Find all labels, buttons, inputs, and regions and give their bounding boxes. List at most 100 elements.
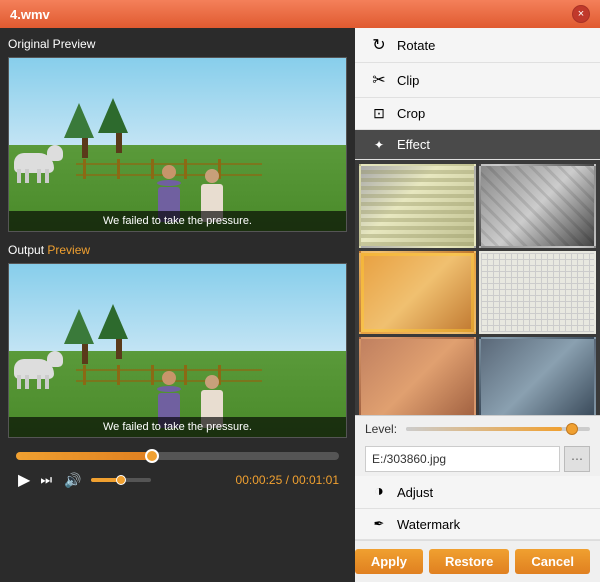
horse-leg7	[37, 375, 41, 389]
scrubber-thumb[interactable]	[145, 449, 159, 463]
original-preview-label: Original Preview	[8, 36, 347, 51]
level-row: Level:	[355, 415, 600, 442]
title-bar: 4.wmv ×	[0, 0, 600, 28]
window-title: 4.wmv	[10, 7, 50, 22]
tree3	[110, 304, 128, 359]
fence-post2	[117, 159, 120, 179]
crop-icon: ⊡	[369, 105, 389, 122]
watermark-icon: ✒	[369, 516, 389, 532]
output-preview-label: Output Preview	[8, 242, 347, 257]
person1-head	[162, 165, 176, 179]
clip-label: Clip	[397, 73, 419, 88]
effect-overlay1	[361, 166, 474, 246]
effect-overlay3	[361, 253, 474, 333]
scrubber-fill	[16, 452, 152, 460]
subtitle-bar: We failed to take the pressure.	[9, 211, 346, 231]
tool-crop[interactable]: ⊡ Crop	[355, 98, 600, 130]
tool-clip[interactable]: ✂ Clip	[355, 63, 600, 98]
level-track[interactable]	[406, 427, 590, 431]
person4-head	[205, 375, 219, 389]
play-button[interactable]: ▶	[16, 468, 32, 492]
effect-thumb-6[interactable]	[479, 337, 596, 415]
fence-post6	[83, 365, 86, 385]
filepath-input[interactable]	[365, 446, 560, 472]
horse-leg6	[25, 375, 29, 389]
effect-thumb-4[interactable]	[479, 251, 596, 335]
tool-watermark[interactable]: ✒ Watermark	[355, 509, 600, 540]
effect-icon: ✦	[369, 138, 389, 152]
restore-button[interactable]: Restore	[429, 549, 509, 574]
tree-top3	[98, 304, 128, 339]
browse-button[interactable]: ⋯	[564, 446, 590, 472]
horse-leg5	[17, 375, 21, 389]
horse-leg2	[25, 169, 29, 183]
person3-wrap	[157, 386, 181, 392]
horse-leg3	[37, 169, 41, 183]
close-button[interactable]: ×	[572, 5, 590, 23]
tree	[110, 98, 128, 153]
person3-head	[162, 371, 176, 385]
subtitle-text2: We failed to take the pressure.	[103, 421, 252, 433]
action-buttons: Apply Restore Cancel	[355, 540, 600, 582]
tree-trunk4	[82, 344, 88, 364]
volume-icon: 🔊	[64, 472, 81, 489]
tree-top	[98, 98, 128, 133]
crop-label: Crop	[397, 106, 425, 121]
tree-trunk3	[116, 339, 122, 359]
sky-bg	[9, 58, 346, 153]
tree-trunk2	[82, 138, 88, 158]
fence-post4	[184, 159, 187, 179]
fence-post8	[151, 365, 154, 385]
fence-post7	[117, 365, 120, 385]
fence-post1	[83, 159, 86, 179]
horse	[9, 143, 64, 183]
tool-effect[interactable]: ✦ Effect	[355, 130, 600, 160]
rotate-icon: ↻	[369, 35, 389, 55]
original-preview: We failed to take the pressure.	[8, 57, 347, 232]
adjust-icon: ◑	[369, 483, 389, 501]
tool-adjust[interactable]: ◑ Adjust	[355, 476, 600, 509]
time-total: 00:01:01	[292, 473, 339, 487]
output-frame: We failed to take the pressure.	[9, 264, 346, 437]
tool-rotate[interactable]: ↻ Rotate	[355, 28, 600, 63]
person2-head	[205, 169, 219, 183]
apply-button[interactable]: Apply	[355, 549, 423, 574]
horse-leg8	[45, 375, 49, 389]
output-preview: We failed to take the pressure.	[8, 263, 347, 438]
scrubber-track[interactable]	[16, 452, 339, 460]
person1-wrap	[157, 180, 181, 186]
clip-icon: ✂	[369, 70, 389, 90]
horse-leg1	[17, 169, 21, 183]
time-display: 00:00:25 / 00:01:01	[236, 473, 339, 487]
cancel-button[interactable]: Cancel	[515, 549, 590, 574]
effect-thumb-5[interactable]	[359, 337, 476, 415]
original-label: Original Preview	[8, 37, 95, 51]
rotate-label: Rotate	[397, 38, 435, 53]
fence-post3	[151, 159, 154, 179]
tree2	[76, 103, 94, 158]
subtitle-text: We failed to take the pressure.	[103, 215, 252, 227]
subtitle-bar2: We failed to take the pressure.	[9, 417, 346, 437]
volume-track[interactable]	[91, 478, 151, 482]
volume-thumb[interactable]	[116, 475, 126, 485]
watermark-label: Watermark	[397, 517, 460, 532]
effect-thumb-3[interactable]	[359, 251, 476, 335]
tree-top4	[64, 309, 94, 344]
right-panel: ↻ Rotate ✂ Clip ⊡ Crop ✦ Effect	[355, 28, 600, 582]
level-thumb[interactable]	[566, 423, 578, 435]
level-fill	[406, 427, 562, 431]
tree4	[76, 309, 94, 364]
time-current: 00:00:25	[236, 473, 283, 487]
tree-top2	[64, 103, 94, 138]
effect-label: Effect	[397, 137, 430, 152]
left-panel: Original Preview	[0, 28, 355, 582]
step-forward-button[interactable]: ⏭	[38, 470, 54, 490]
output-label: Output Preview	[8, 243, 90, 257]
effect-thumb-2[interactable]	[479, 164, 596, 248]
adjust-label: Adjust	[397, 485, 433, 500]
original-frame: We failed to take the pressure.	[9, 58, 346, 231]
tree-trunk	[116, 133, 122, 153]
effect-overlay4	[481, 253, 594, 333]
effect-thumb-1[interactable]	[359, 164, 476, 248]
controls-row: ▶ ⏭ 🔊 00:00:25 / 00:01:01	[16, 468, 339, 492]
